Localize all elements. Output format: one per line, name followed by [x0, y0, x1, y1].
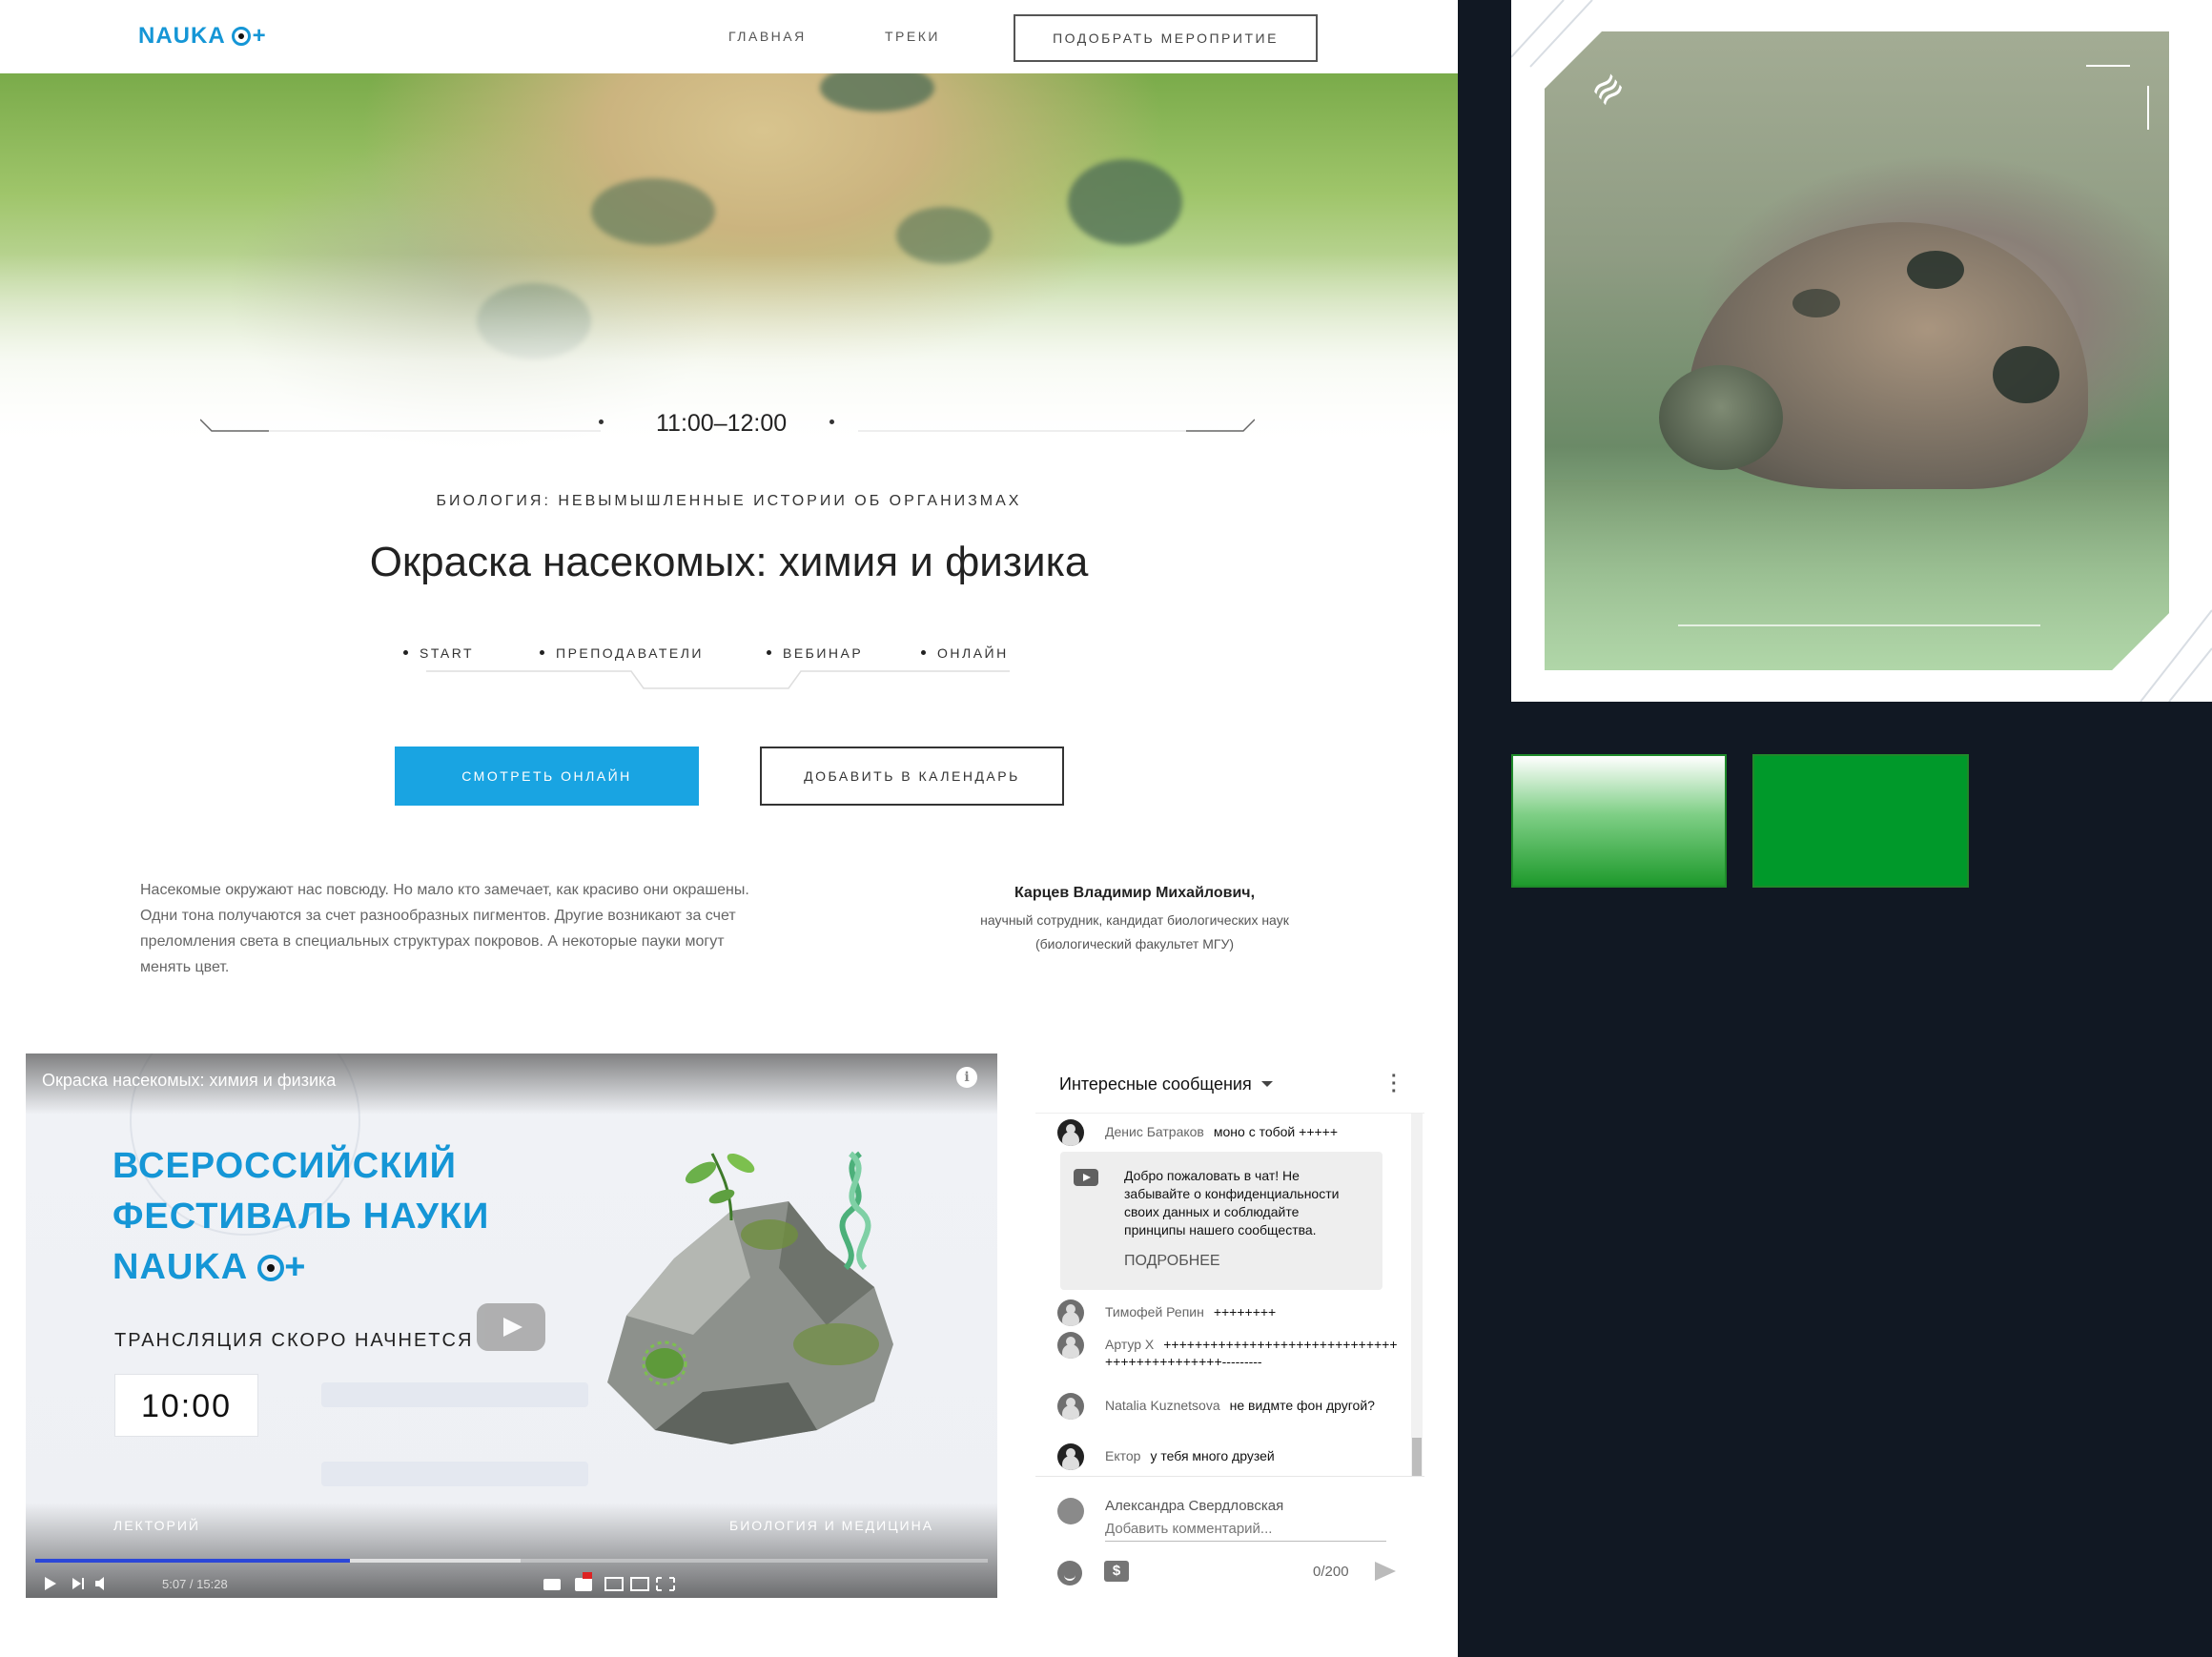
send-icon[interactable] — [1375, 1562, 1396, 1581]
countdown-timer: 10:00 — [114, 1374, 258, 1437]
event-title: Окраска насекомых: химия и физика — [369, 539, 1089, 585]
speaker-position: научный сотрудник, кандидат биологически… — [980, 912, 1289, 928]
video-time: 5:07 / 15:28 — [162, 1577, 228, 1591]
learn-more-link[interactable]: ПОДРОБНЕЕ — [1124, 1253, 1220, 1270]
miniplayer-icon[interactable] — [604, 1575, 625, 1596]
captions-icon[interactable] — [542, 1575, 563, 1596]
char-counter: 0/200 — [1313, 1564, 1349, 1580]
avatar[interactable] — [1057, 1393, 1084, 1420]
video-player[interactable]: Окраска насекомых: химия и физика i ВСЕР… — [26, 1054, 997, 1598]
super-chat-icon[interactable]: $ — [1104, 1561, 1129, 1582]
message-author[interactable]: Natalia Kuznetsova — [1105, 1398, 1220, 1413]
youtube-icon — [1074, 1169, 1098, 1186]
frame-decor-lines — [1511, 0, 2212, 702]
eye-icon — [257, 1255, 285, 1281]
timeline-dot — [599, 419, 604, 424]
message-text: у тебя много друзей — [1150, 1448, 1275, 1463]
message-author[interactable]: Артур Х — [1105, 1337, 1154, 1352]
track-name: БИОЛОГИЯ: НЕВЫМЫШЛЕННЫЕ ИСТОРИИ ОБ ОРГАН… — [436, 493, 1022, 509]
more-options-icon[interactable]: · · · — [1391, 1067, 1398, 1101]
avatar[interactable] — [1057, 1443, 1084, 1470]
video-label-right: БИОЛОГИЯ И МЕДИЦИНА — [729, 1518, 934, 1533]
festival-plus: + — [284, 1247, 307, 1287]
color-swatch-green — [1752, 754, 1969, 888]
festival-nauka: NAUKA — [113, 1247, 249, 1287]
speaker-role: научный сотрудник, кандидат биологически… — [915, 909, 1354, 956]
event-page: NAUKA + ГЛАВНАЯ ТРЕКИ ПОДОБРАТЬ МЕРОПРИТИ… — [0, 0, 1458, 1657]
welcome-text: Добро пожаловать в чат! Не забывайте о к… — [1124, 1168, 1340, 1238]
speaker-name: Карцев Владимир Михайлович, — [1014, 885, 1256, 901]
time-line: 11:00–12:00 — [200, 410, 1255, 439]
play-icon[interactable] — [40, 1575, 61, 1596]
avatar[interactable] — [1057, 1299, 1084, 1326]
eye-icon — [231, 27, 251, 46]
find-event-button[interactable]: ПОДОБРАТЬ МЕРОПРИТИЕ — [1014, 14, 1318, 62]
logo-plus: + — [252, 23, 267, 49]
nav-link-tracks[interactable]: ТРЕКИ — [885, 29, 940, 44]
video-label-left: ЛЕКТОРИЙ — [113, 1518, 200, 1533]
tag-online[interactable]: ОНЛАЙН — [921, 645, 1009, 661]
color-swatch-gradient — [1511, 754, 1727, 888]
add-to-calendar-button[interactable]: ДОБАВИТЬ В КАЛЕНДАРЬ — [760, 747, 1064, 806]
top-navbar: NAUKA + ГЛАВНАЯ ТРЕКИ ПОДОБРАТЬ МЕРОПРИТИ… — [0, 0, 1458, 73]
progress-played — [35, 1559, 350, 1563]
avatar — [1057, 1498, 1084, 1524]
chat-messages: Денис Батраков моно с тобой +++++ Добро п… — [1035, 1113, 1424, 1477]
emoji-icon[interactable] — [1057, 1561, 1082, 1585]
comment-input[interactable]: Добавить комментарий... — [1105, 1521, 1386, 1542]
festival-line-2: ФЕСТИВАЛЬ НАУКИ — [113, 1197, 490, 1237]
festival-line-3: NAUKA + — [113, 1242, 489, 1293]
speaker-affiliation: (биологический факультет МГУ) — [1034, 936, 1235, 951]
info-icon[interactable]: i — [956, 1067, 977, 1088]
message-author[interactable]: Ектор — [1105, 1448, 1140, 1463]
next-icon[interactable] — [68, 1575, 89, 1596]
volume-icon[interactable] — [92, 1575, 113, 1596]
tag-start[interactable]: START — [403, 645, 474, 661]
progress-bar[interactable] — [35, 1559, 988, 1563]
live-chat: Интересные сообщения · · · Денис Батраков м… — [1035, 1054, 1424, 1610]
chat-filter-dropdown[interactable]: Интересные сообщения — [1059, 1074, 1273, 1094]
video-title[interactable]: Окраска насекомых: химия и физика — [42, 1071, 336, 1091]
message-text: не видмте фон другой? — [1229, 1398, 1375, 1413]
logo-text: NAUKA — [138, 23, 226, 49]
message-text: ++++++++ — [1213, 1304, 1277, 1319]
festival-line-1: ВСЕРОССИЙСКИЙ — [113, 1146, 457, 1186]
cast-icon[interactable] — [629, 1575, 650, 1596]
avatar[interactable] — [1057, 1332, 1084, 1359]
tag-teachers[interactable]: ПРЕПОДАВАТЕЛИ — [540, 645, 704, 661]
timeline-dot — [830, 419, 834, 424]
tag-webinar[interactable]: ВЕБИНАР — [767, 645, 863, 661]
play-overlay-button[interactable] — [477, 1303, 545, 1351]
message-author[interactable]: Денис Батраков — [1105, 1124, 1204, 1139]
nav-link-home[interactable]: ГЛАВНАЯ — [728, 29, 807, 44]
stream-soon-label: ТРАНСЛЯЦИЯ СКОРО НАЧНЕТСЯ — [114, 1330, 474, 1351]
settings-hd-icon[interactable] — [573, 1575, 594, 1596]
message-author[interactable]: Тимофей Репин — [1105, 1304, 1204, 1319]
rock-illustration — [607, 1151, 893, 1444]
chat-welcome-notice: Добро пожаловать в чат! Не забывайте о к… — [1060, 1152, 1382, 1290]
chat-scrollbar[interactable] — [1411, 1114, 1423, 1476]
event-time: 11:00–12:00 — [656, 410, 788, 437]
site-logo[interactable]: NAUKA + — [138, 23, 267, 50]
watch-online-button[interactable]: СМОТРЕТЬ ОНЛАЙН — [395, 747, 699, 806]
scrollbar-thumb[interactable] — [1412, 1438, 1422, 1476]
message-text: моно с тобой +++++ — [1213, 1124, 1339, 1139]
festival-logo: ВСЕРОССИЙСКИЙ ФЕСТИВАЛЬ НАУКИ NAUKA + — [113, 1141, 489, 1293]
composer-author: Александра Свердловская — [1105, 1498, 1284, 1514]
fullscreen-icon[interactable] — [655, 1575, 676, 1596]
event-description: Насекомые окружают нас повсюду. Но мало … — [140, 882, 749, 975]
avatar[interactable] — [1057, 1119, 1084, 1146]
tags-underline — [426, 670, 1010, 689]
